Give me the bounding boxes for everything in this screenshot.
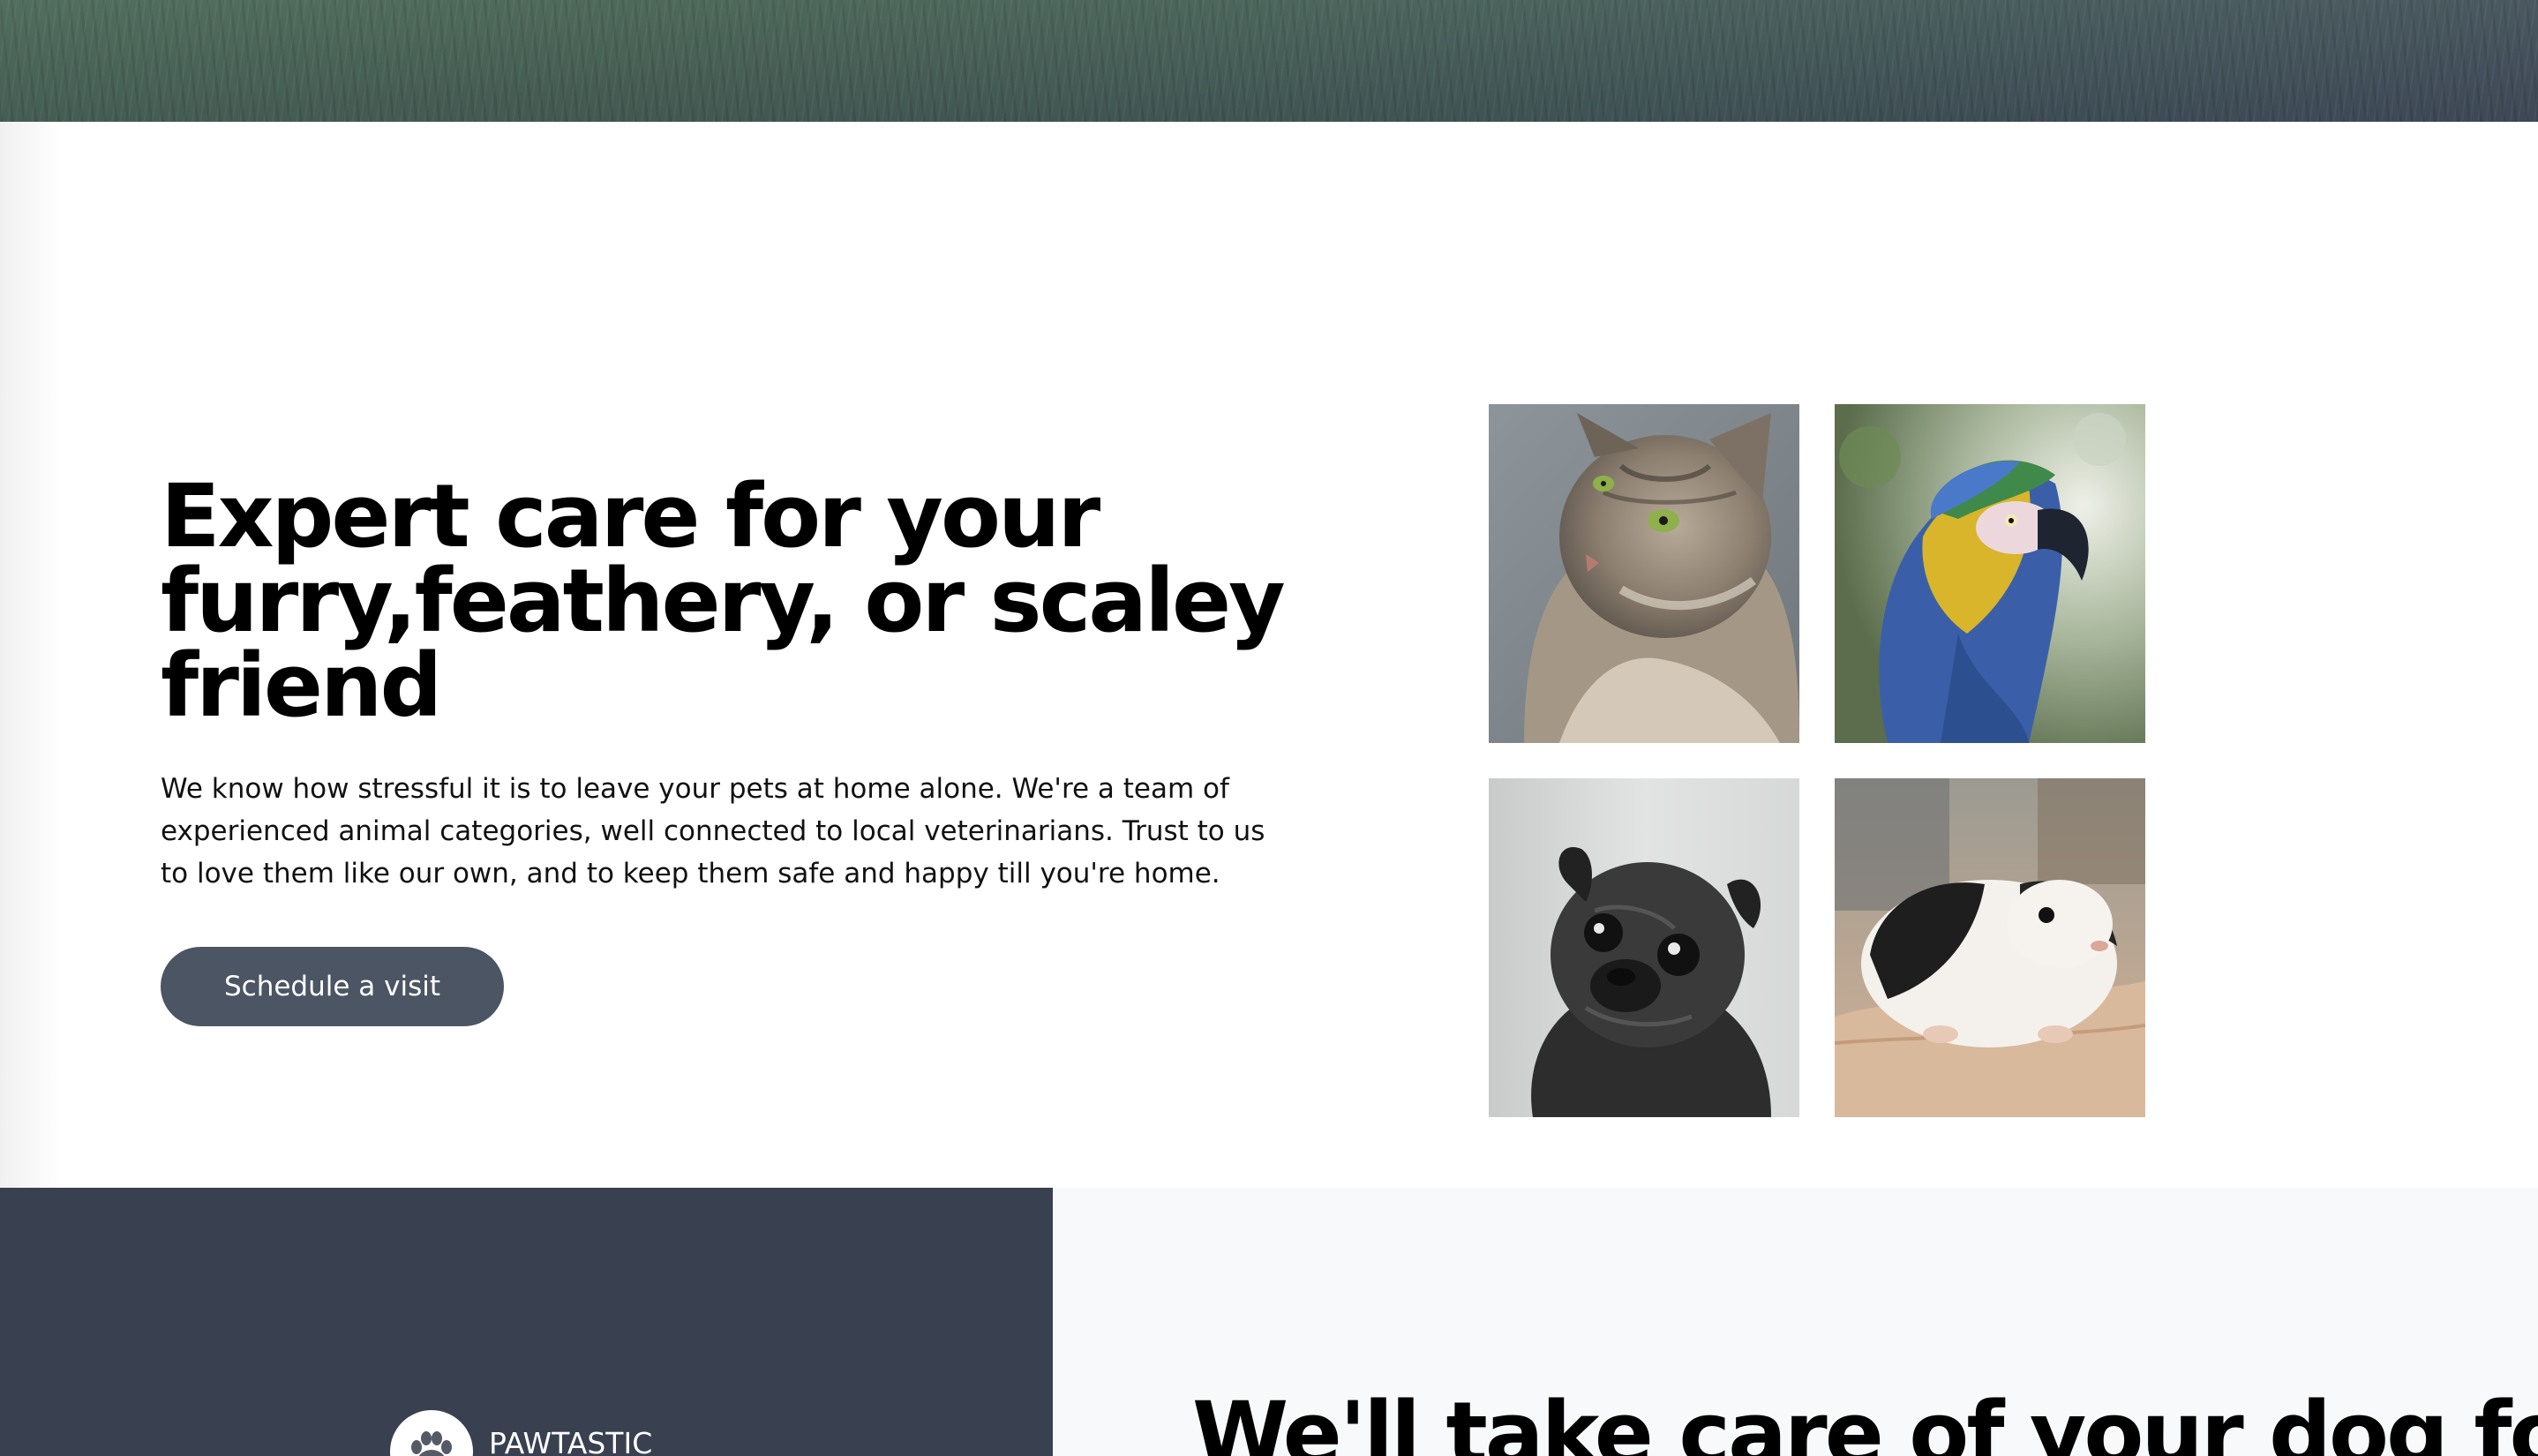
page: Expert care for your furry,feathery, or … bbox=[0, 0, 2538, 1456]
section-shadow bbox=[0, 122, 62, 1188]
brand-name: PAWTASTIC bbox=[489, 1425, 653, 1456]
schedule-visit-button[interactable]: Schedule a visit bbox=[161, 947, 504, 1026]
hero-grass-banner bbox=[0, 0, 2538, 122]
cat-photo bbox=[1489, 404, 1799, 743]
brand-panel: PAWTASTIC bbox=[0, 1188, 1053, 1456]
dog-care-section: We'll take care of your dog for bbox=[1053, 1188, 2538, 1456]
guinea-pig-photo bbox=[1835, 778, 2145, 1117]
pet-gallery bbox=[1489, 404, 2146, 1117]
intro-title: Expert care for your furry,feathery, or … bbox=[161, 466, 1286, 737]
pug-photo bbox=[1489, 778, 1799, 1117]
intro-section: Expert care for your furry,feathery, or … bbox=[0, 122, 2538, 1188]
intro-description: We know how stressful it is to leave you… bbox=[161, 773, 1265, 889]
parrot-photo bbox=[1835, 404, 2145, 743]
paw-icon bbox=[390, 1410, 473, 1456]
dog-care-title: We'll take care of your dog for bbox=[1192, 1384, 2538, 1456]
brand[interactable]: PAWTASTIC bbox=[390, 1400, 652, 1456]
